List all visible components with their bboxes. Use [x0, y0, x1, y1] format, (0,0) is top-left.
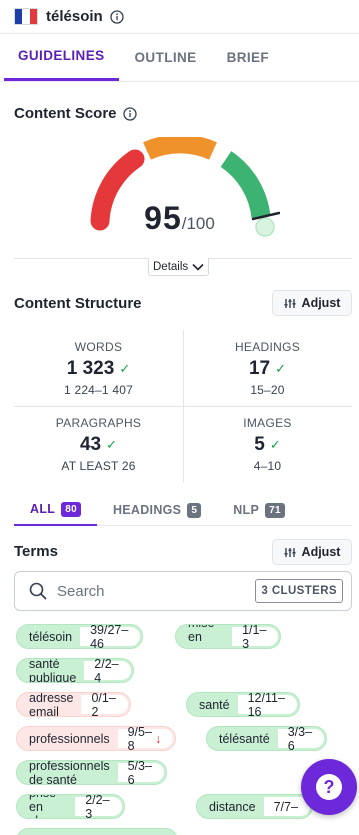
search-input[interactable]: Search [57, 583, 255, 600]
content-structure-title: Content Structure [14, 295, 142, 312]
term-count: 9/5–8 ↓ [117, 727, 174, 750]
term-chip[interactable]: mise en œuvre1/1–3 [175, 624, 282, 649]
term-chip[interactable]: adresse email 0/1–2 [16, 692, 131, 717]
adjust-label: Adjust [301, 296, 341, 310]
tab-guidelines[interactable]: GUIDELINES [4, 33, 119, 81]
sliders-icon [284, 547, 296, 557]
chevron-down-icon [192, 263, 204, 271]
stat-value-row: 5 ✓ [183, 434, 352, 456]
info-icon[interactable] [110, 9, 124, 24]
stat-headings: HEADINGS 17 ✓ 15–20 [183, 330, 352, 406]
subtab-label: NLP [233, 503, 260, 517]
check-icon: ✓ [269, 437, 281, 452]
stat-paragraphs: PARAGRAPHS 43 ✓ AT LEAST 26 [14, 406, 183, 482]
stat-value: 5 [254, 434, 265, 455]
help-button[interactable]: ? [301, 759, 357, 815]
score-value: 95 [144, 200, 182, 236]
content-score-title: Content Score [14, 105, 117, 122]
france-flag-icon [14, 8, 38, 25]
target-keyword: télésoin [46, 8, 103, 25]
tab-outline[interactable]: OUTLINE [119, 33, 213, 81]
sliders-icon [284, 298, 296, 308]
terms-title: Terms [14, 543, 58, 560]
count-badge: 80 [61, 501, 81, 517]
term-chip[interactable] [16, 828, 178, 835]
count-badge: 71 [265, 502, 285, 518]
subtab-all[interactable]: ALL 80 [14, 494, 97, 526]
term-chip[interactable]: télésanté 3/3–6 [206, 726, 328, 751]
stat-value: 17 [248, 358, 271, 379]
stat-value-row: 17 ✓ [183, 358, 352, 380]
stat-range: 1 224–1 407 [64, 383, 133, 397]
stat-value-row: 1 323 ✓ [14, 358, 183, 380]
term-chip[interactable]: professionnels 9/5–8 ↓ [16, 726, 177, 751]
subtab-nlp[interactable]: NLP 71 [217, 494, 301, 526]
details-label: Details [153, 260, 189, 273]
stat-label: PARAGRAPHS [55, 416, 142, 430]
terms-adjust-button[interactable]: Adjust [272, 539, 352, 565]
count-badge: 5 [187, 502, 202, 518]
arrow-down-icon: ↓ [154, 731, 162, 746]
search-icon [29, 582, 47, 600]
subtab-label: ALL [30, 502, 56, 516]
term-chip[interactable]: prise en charge2/2–3 [16, 794, 125, 819]
stat-label: WORDS [74, 340, 123, 354]
clusters-button[interactable]: 3 CLUSTERS [255, 579, 343, 603]
stat-value-row: 43 ✓ [14, 434, 183, 456]
term-chip[interactable]: santé publique 2/2–4 [16, 658, 134, 683]
main-tabs: GUIDELINES OUTLINE BRIEF [0, 34, 359, 82]
stat-range: AT LEAST 26 [61, 459, 136, 473]
subtab-label: HEADINGS [112, 503, 182, 517]
subtab-headings[interactable]: HEADINGS 5 [97, 494, 217, 526]
terms-search-box[interactable]: Search 3 CLUSTERS [14, 571, 352, 611]
stat-label: IMAGES [243, 416, 292, 430]
adjust-label: Adjust [301, 545, 341, 559]
term-chip[interactable]: santé 12/11–16 [186, 692, 300, 717]
gauge-segment-medium [143, 137, 217, 160]
stat-range: 15–20 [250, 383, 285, 397]
check-icon: ✓ [275, 361, 287, 376]
tab-brief[interactable]: BRIEF [213, 33, 284, 81]
term-filter-tabs: ALL 80 HEADINGS 5 NLP 71 [14, 494, 352, 526]
check-icon: ✓ [106, 437, 118, 452]
score-readout: 95/100 [0, 200, 359, 237]
question-icon: ? [316, 774, 342, 800]
stat-words: WORDS 1 323 ✓ 1 224–1 407 [14, 330, 183, 406]
stat-value: 1 323 [66, 358, 115, 379]
content-structure-grid: WORDS 1 323 ✓ 1 224–1 407 HEADINGS 17 ✓ 15… [14, 330, 352, 482]
stat-range: 4–10 [253, 459, 282, 473]
score-max: /100 [181, 214, 215, 233]
check-icon: ✓ [119, 361, 131, 376]
stat-value: 43 [79, 434, 102, 455]
content-score-heading: Content Score [14, 105, 137, 122]
stat-label: HEADINGS [234, 340, 301, 354]
term-chip[interactable]: télésoin 39/27–46 [16, 624, 144, 649]
top-bar: télésoin [0, 0, 359, 34]
info-icon[interactable] [122, 106, 137, 121]
term-chip[interactable]: distance 7/7– [196, 794, 313, 819]
stat-images: IMAGES 5 ✓ 4–10 [183, 406, 352, 482]
term-chip[interactable]: professionnels de santé 5/3–6 [16, 760, 167, 785]
structure-adjust-button[interactable]: Adjust [272, 290, 352, 316]
details-button[interactable]: Details [148, 258, 210, 276]
